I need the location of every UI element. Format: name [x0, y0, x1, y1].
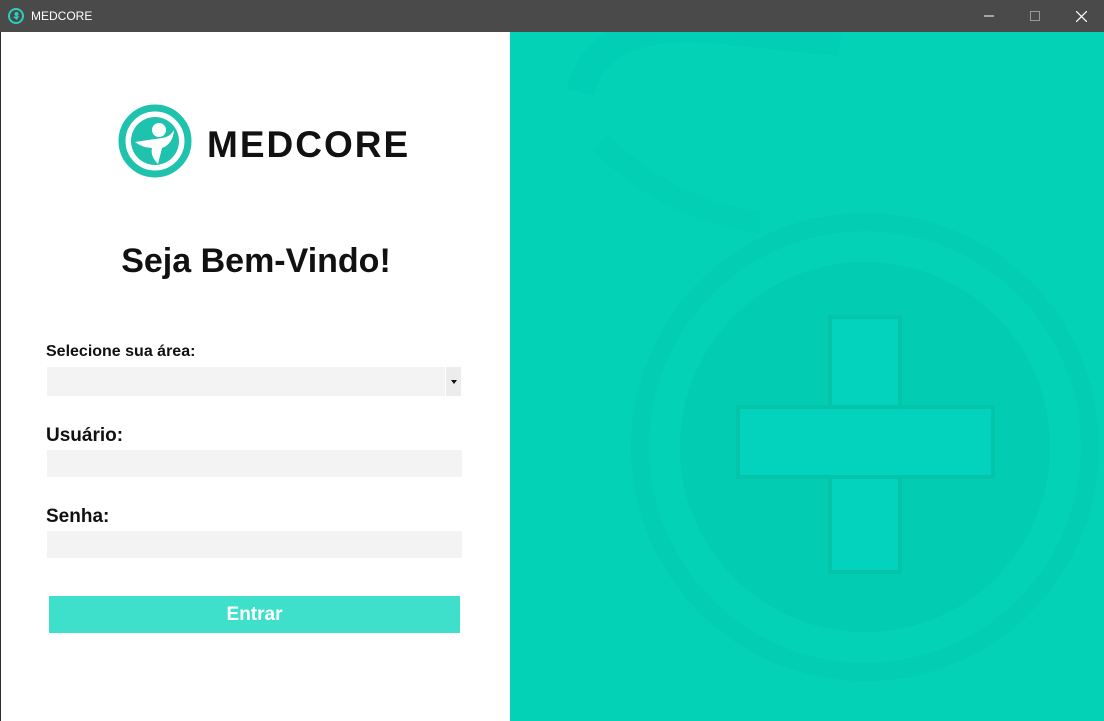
user-label: Usuário:: [46, 425, 124, 446]
login-panel: MEDCORE Seja Bem-Vindo! Selecione sua ár…: [0, 32, 510, 721]
hero-panel: [510, 32, 1104, 721]
brand-name: MEDCORE: [207, 124, 411, 165]
window-title: MEDCORE: [31, 9, 93, 23]
minimize-button[interactable]: [966, 0, 1012, 32]
medical-cross-stethoscope-icon: [566, 32, 1099, 681]
login-button[interactable]: Entrar: [49, 596, 460, 633]
medcore-logo-icon: [118, 104, 192, 178]
maximize-icon: [1030, 11, 1040, 21]
app-logo-icon: [8, 8, 24, 24]
maximize-button[interactable]: [1012, 0, 1058, 32]
close-icon: [1075, 10, 1087, 22]
user-input[interactable]: [47, 450, 462, 477]
password-input[interactable]: [47, 531, 462, 558]
area-select[interactable]: [47, 367, 461, 396]
dropdown-arrow-button[interactable]: [445, 367, 461, 396]
window-titlebar: MEDCORE: [0, 0, 1104, 32]
chevron-down-icon: [450, 379, 457, 384]
password-label: Senha:: [46, 506, 110, 527]
minimize-icon: [984, 15, 994, 17]
close-button[interactable]: [1058, 0, 1104, 32]
area-label: Selecione sua área:: [46, 343, 196, 360]
welcome-heading: Seja Bem-Vindo!: [121, 242, 391, 280]
